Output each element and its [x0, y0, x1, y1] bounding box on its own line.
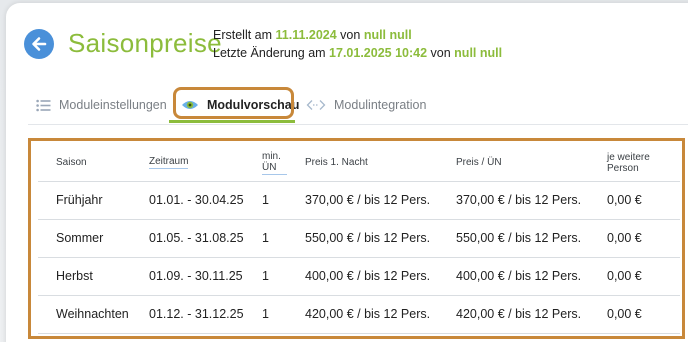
- cell-preis-erste-nacht: 370,00 € / bis 12 Pers.: [287, 181, 438, 220]
- column-header-preis-erste-nacht: Preis 1. Nacht: [287, 145, 438, 182]
- cell-min-un: 1: [244, 219, 287, 258]
- cell-min-un: 1: [244, 295, 287, 334]
- cell-saison: Frühjahr: [38, 181, 131, 220]
- cell-preis-pro-un: 370,00 € / bis 12 Pers.: [438, 181, 589, 220]
- cell-preis-pro-un: 420,00 € / bis 12 Pers.: [438, 295, 589, 334]
- tab-highlight-box: [173, 87, 294, 119]
- column-header-preis-pro-un: Preis / ÜN: [438, 145, 589, 182]
- cell-saison: Herbst: [38, 257, 131, 296]
- created-label: Erstellt am: [213, 28, 276, 42]
- column-header-saison: Saison: [38, 145, 131, 182]
- created-by-user: null null: [363, 28, 412, 42]
- cell-min-un: 1: [244, 181, 287, 220]
- active-tab-indicator: [169, 120, 295, 123]
- cell-weitere-person: 0,00 €: [589, 181, 680, 220]
- changed-by-user: null null: [454, 46, 503, 60]
- changed-info: Letzte Änderung am 17.01.2025 10:42 von …: [213, 46, 502, 60]
- cell-weitere-person: 0,00 €: [589, 257, 680, 296]
- cell-preis-erste-nacht: 400,00 € / bis 12 Pers.: [287, 257, 438, 296]
- cell-saison: Weihnachten: [38, 295, 131, 334]
- cell-preis-erste-nacht: 550,00 € / bis 12 Pers.: [287, 219, 438, 258]
- column-header-zeitraum: Zeitraum: [131, 145, 244, 182]
- back-button[interactable]: [24, 29, 54, 59]
- created-by-label: von: [336, 28, 364, 42]
- tab-bar: Moduleinstellungen Modulvorschau Modulin…: [28, 86, 688, 123]
- season-price-table: Saison Zeitraum min. ÜN Preis 1. Nacht P…: [38, 145, 680, 334]
- table-header-row: Saison Zeitraum min. ÜN Preis 1. Nacht P…: [38, 145, 680, 182]
- cell-zeitraum: 01.05. - 31.08.25: [131, 219, 244, 258]
- table-row: Weihnachten 01.12. - 31.12.25 1 420,00 €…: [38, 295, 680, 334]
- cell-zeitraum: 01.12. - 31.12.25: [131, 295, 244, 334]
- cell-zeitraum: 01.09. - 30.11.25: [131, 257, 244, 296]
- arrow-left-icon: [32, 37, 47, 51]
- cell-weitere-person: 0,00 €: [589, 219, 680, 258]
- created-info: Erstellt am 11.11.2024 von null null: [213, 28, 412, 42]
- changed-by-label: von: [427, 46, 455, 60]
- cell-min-un: 1: [244, 257, 287, 296]
- cell-weitere-person: 0,00 €: [589, 295, 680, 334]
- table-row: Sommer 01.05. - 31.08.25 1 550,00 € / bi…: [38, 219, 680, 258]
- table-row: Herbst 01.09. - 30.11.25 1 400,00 € / bi…: [38, 257, 680, 296]
- created-date: 11.11.2024: [275, 28, 337, 42]
- cell-preis-erste-nacht: 420,00 € / bis 12 Pers.: [287, 295, 438, 334]
- page-title: Saisonpreise: [68, 28, 222, 58]
- table-row: Frühjahr 01.01. - 30.04.25 1 370,00 € / …: [38, 181, 680, 220]
- tab-moduleinstellungen[interactable]: Moduleinstellungen: [36, 92, 167, 118]
- column-header-min-un-label: min. ÜN: [262, 151, 287, 175]
- code-icon: [306, 99, 326, 111]
- tab-label: Modulintegration: [334, 98, 427, 112]
- cell-preis-pro-un: 400,00 € / bis 12 Pers.: [438, 257, 589, 296]
- column-header-weitere-person: je weitere Person: [589, 145, 680, 182]
- changed-date: 17.01.2025 10:42: [329, 46, 428, 60]
- cell-zeitraum: 01.01. - 30.04.25: [131, 181, 244, 220]
- column-header-min-un: min. ÜN: [244, 145, 287, 182]
- column-header-zeitraum-label: Zeitraum: [149, 156, 189, 170]
- cell-saison: Sommer: [38, 219, 131, 258]
- list-icon: [36, 99, 51, 112]
- changed-label: Letzte Änderung am: [213, 46, 330, 60]
- preview-table-frame: Saison Zeitraum min. ÜN Preis 1. Nacht P…: [28, 138, 685, 339]
- divider: [28, 124, 688, 125]
- tab-modulintegration[interactable]: Modulintegration: [306, 92, 426, 118]
- tab-label: Moduleinstellungen: [59, 98, 167, 112]
- cell-preis-pro-un: 550,00 € / bis 12 Pers.: [438, 219, 589, 258]
